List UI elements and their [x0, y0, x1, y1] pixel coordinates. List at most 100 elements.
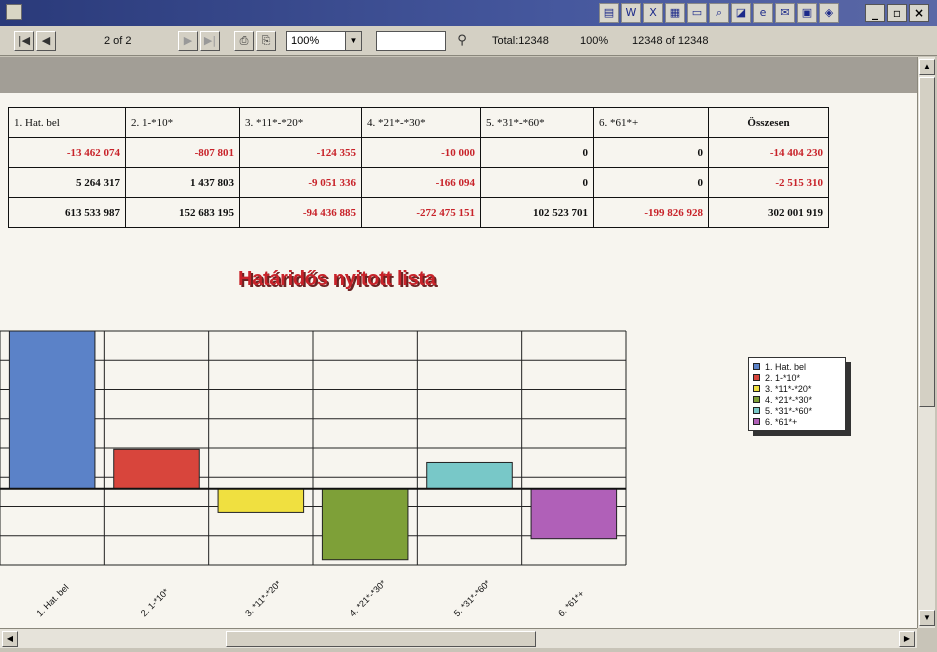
- table-cell: -807 801: [125, 137, 240, 168]
- legend-label: 4. *21*-*30*: [765, 394, 813, 405]
- window-icon[interactable]: ▭: [687, 3, 707, 23]
- excel-icon[interactable]: X: [643, 3, 663, 23]
- table-header-cell: 1. Hat. bel: [8, 107, 126, 138]
- chart-title: Határidős nyitott lista: [238, 268, 436, 290]
- chevron-down-icon[interactable]: ▼: [345, 32, 361, 50]
- legend-item: 6. *61*+: [753, 416, 841, 427]
- chart-bar: [530, 488, 618, 540]
- monitor-icon[interactable]: ▤: [599, 3, 619, 23]
- legend-swatch: [753, 374, 760, 381]
- legend-label: 6. *61*+: [765, 416, 798, 427]
- chart-legend: 1. Hat. bel 2. 1-*10* 3. *11*-*20* 4. *21*-…: [748, 357, 846, 431]
- report-toolbar: |◀ ◀ 2 of 2 ▶ ▶| ⎙ ⎘ 100% ▼ ⚲ Total:1234…: [0, 26, 937, 56]
- app2-icon[interactable]: ◈: [819, 3, 839, 23]
- search-icon[interactable]: ⌕: [709, 3, 729, 23]
- table-cell: -13 462 074: [8, 137, 126, 168]
- close-icon[interactable]: ×: [909, 4, 929, 22]
- table-cell: -124 355: [239, 137, 362, 168]
- chart-bar: [217, 488, 305, 513]
- table-cell: -9 051 336: [239, 167, 362, 198]
- x-tick-label: 4. *21*-*30*: [348, 578, 389, 619]
- first-page-icon[interactable]: |◀: [14, 31, 34, 51]
- bar-chart: 1. Hat. bel 2. 1-*10* 3. *11*-*20* 4. *21*-…: [0, 330, 627, 619]
- table-cell: -94 436 885: [239, 197, 362, 228]
- table-header-cell: 5. *31*-*60*: [480, 107, 594, 138]
- scroll-down-icon[interactable]: ▼: [919, 610, 935, 626]
- legend-item: 2. 1-*10*: [753, 372, 841, 383]
- x-tick-label: 2. 1-*10*: [139, 586, 171, 618]
- chart-icon[interactable]: ◪: [731, 3, 751, 23]
- legend-label: 1. Hat. bel: [765, 361, 807, 372]
- next-page-icon[interactable]: ▶: [178, 31, 198, 51]
- legend-label: 5. *31*-*60*: [765, 405, 813, 416]
- horizontal-scroll-thumb[interactable]: [226, 631, 536, 647]
- legend-item: 3. *11*-*20*: [753, 383, 841, 394]
- table-cell: 5 264 317: [8, 167, 126, 198]
- table-cell: 0: [480, 167, 594, 198]
- app-icon[interactable]: ▣: [797, 3, 817, 23]
- total-records: Total:12348: [492, 35, 549, 47]
- table-cell: -14 404 230: [708, 137, 829, 168]
- table-cell: 0: [593, 167, 709, 198]
- scroll-up-icon[interactable]: ▲: [919, 59, 935, 75]
- vertical-scroll-thumb[interactable]: [919, 77, 935, 407]
- mail-icon[interactable]: ✉: [775, 3, 795, 23]
- table-cell: -199 826 928: [593, 197, 709, 228]
- legend-label: 2. 1-*10*: [765, 372, 801, 383]
- search-input[interactable]: [376, 31, 446, 51]
- table-header-cell: 4. *21*-*30*: [361, 107, 481, 138]
- word-icon[interactable]: W: [621, 3, 641, 23]
- binoculars-icon[interactable]: ⚲: [452, 31, 472, 51]
- legend-item: 1. Hat. bel: [753, 361, 841, 372]
- taskbar-tray: ▤ W X ▦ ▭ ⌕ ◪ e ✉ ▣ ◈: [599, 3, 839, 23]
- page-indicator: 2 of 2: [104, 35, 132, 47]
- percent-complete: 100%: [580, 35, 609, 47]
- last-page-icon[interactable]: ▶|: [200, 31, 220, 51]
- vertical-scrollbar[interactable]: ▲ ▼: [917, 57, 935, 628]
- table-cell: -272 475 151: [361, 197, 481, 228]
- summary-table: 1. Hat. bel 2. 1-*10* 3. *11*-*20* 4. *2…: [8, 107, 829, 228]
- zoom-value: 100%: [291, 35, 320, 47]
- scroll-right-icon[interactable]: ▶: [899, 631, 915, 647]
- legend-swatch: [753, 407, 760, 414]
- legend-label: 3. *11*-*20*: [765, 383, 812, 394]
- table-cell: 0: [480, 137, 594, 168]
- prev-page-icon[interactable]: ◀: [36, 31, 56, 51]
- legend-swatch: [753, 396, 760, 403]
- export-icon[interactable]: ⎘: [256, 31, 276, 51]
- chart-bar: [321, 488, 409, 561]
- table-cell: 152 683 195: [125, 197, 240, 228]
- table-cell: 1 437 803: [125, 167, 240, 198]
- table-header-cell: 3. *11*-*20*: [239, 107, 362, 138]
- x-tick-label: 3. *11*-*20*: [243, 578, 283, 618]
- maximize-icon[interactable]: ▫: [887, 4, 907, 22]
- title-bar: ▤ W X ▦ ▭ ⌕ ◪ e ✉ ▣ ◈ _ ▫ ×: [0, 0, 937, 26]
- zoom-select[interactable]: 100% ▼: [286, 31, 362, 51]
- report-header-band: [0, 57, 917, 93]
- table-cell: 302 001 919: [708, 197, 829, 228]
- chart-bar: [426, 461, 513, 490]
- chart-bar: [8, 330, 96, 490]
- table-cell: 102 523 701: [480, 197, 594, 228]
- table-header-cell: 2. 1-*10*: [125, 107, 240, 138]
- legend-swatch: [753, 418, 760, 425]
- calculator-icon[interactable]: ▦: [665, 3, 685, 23]
- table-cell: -2 515 310: [708, 167, 829, 198]
- horizontal-scrollbar[interactable]: ◀ ▶: [0, 628, 917, 648]
- table-cell: 0: [593, 137, 709, 168]
- scroll-left-icon[interactable]: ◀: [2, 631, 18, 647]
- window-controls: _ ▫ ×: [865, 4, 929, 22]
- browser-icon[interactable]: e: [753, 3, 773, 23]
- table-row: 5 264 317 1 437 803 -9 051 336 -166 094 …: [8, 167, 829, 198]
- x-tick-label: 5. *31*-*60*: [452, 578, 493, 619]
- print-icon[interactable]: ⎙: [234, 31, 254, 51]
- report-page: 1. Hat. bel 2. 1-*10* 3. *11*-*20* 4. *2…: [0, 93, 917, 628]
- table-header-row: 1. Hat. bel 2. 1-*10* 3. *11*-*20* 4. *2…: [8, 107, 829, 138]
- chart-bar: [113, 448, 200, 490]
- table-row: 613 533 987 152 683 195 -94 436 885 -272…: [8, 197, 829, 228]
- legend-swatch: [753, 385, 760, 392]
- minimize-icon[interactable]: _: [865, 4, 885, 22]
- app-icon[interactable]: [6, 4, 22, 20]
- legend-item: 5. *31*-*60*: [753, 405, 841, 416]
- legend-swatch: [753, 363, 760, 370]
